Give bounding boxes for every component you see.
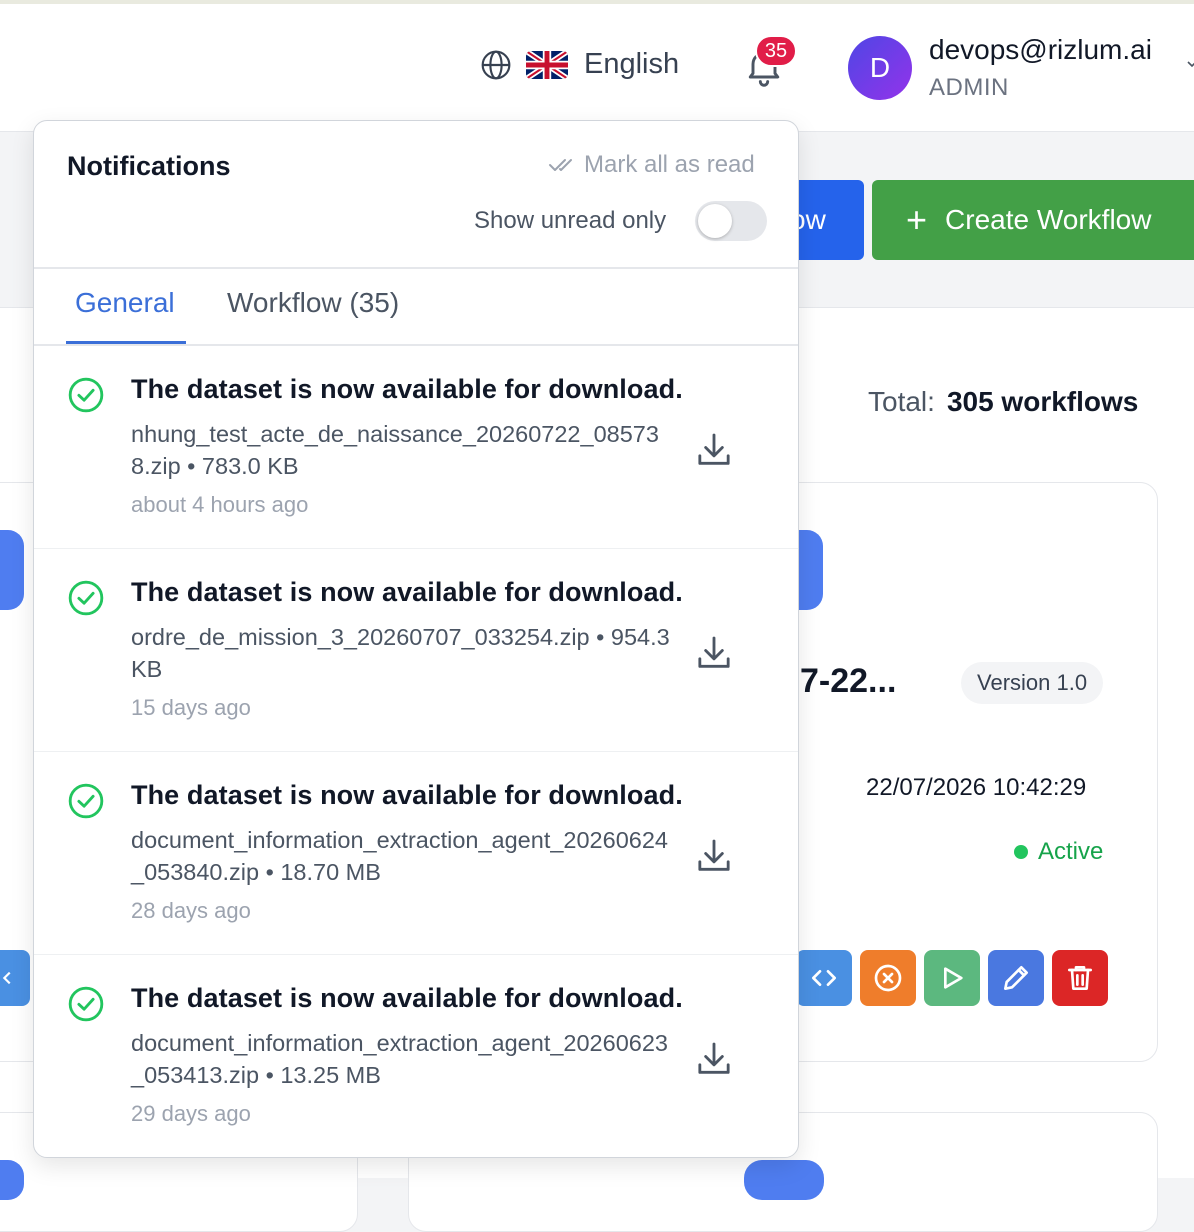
notification-item[interactable]: The dataset is now available for downloa…	[34, 955, 798, 1157]
notification-title: The dataset is now available for downloa…	[131, 780, 683, 810]
notification-title: The dataset is now available for downloa…	[131, 374, 683, 404]
workflow-total: Total: 305 workflows	[868, 386, 1138, 418]
workflow-date: 22/07/2026 10:42:29	[866, 774, 1087, 801]
code-icon	[2, 971, 11, 985]
show-unread-toggle[interactable]	[695, 201, 767, 241]
uk-flag-icon	[526, 50, 568, 79]
divider	[34, 267, 798, 269]
trash-icon	[1068, 966, 1092, 990]
total-value: 305 workflows	[946, 386, 1139, 417]
run-button[interactable]	[924, 950, 980, 1006]
status-label: Active	[1038, 838, 1104, 865]
language-label: English	[584, 48, 680, 80]
status-badge: Active	[1014, 838, 1103, 866]
deactivate-button[interactable]	[860, 950, 916, 1006]
notification-file: nhung_test_acte_de_naissance_20260722_08…	[131, 421, 659, 479]
notifications-title: Notifications	[67, 151, 231, 181]
notification-file: ordre_de_mission_3_20260707_033254.zip •…	[131, 624, 670, 682]
notification-file: document_information_extraction_agent_20…	[131, 1030, 668, 1088]
create-workflow-button[interactable]: + Create Workflow	[872, 180, 1194, 260]
code-icon	[812, 970, 836, 986]
code-button[interactable]	[0, 950, 30, 1006]
check-circle-icon	[67, 579, 105, 617]
check-circle-icon	[67, 985, 105, 1023]
notification-count-badge: 35	[755, 35, 797, 67]
double-check-icon	[549, 159, 572, 171]
user-role: ADMIN	[929, 74, 1009, 101]
delete-button[interactable]	[1052, 950, 1108, 1006]
total-label: Total:	[868, 386, 935, 417]
tab-general[interactable]: General	[75, 287, 175, 319]
version-badge: Version 1.0	[961, 662, 1104, 704]
card-header-accent	[0, 530, 24, 610]
show-unread-label: Show unread only	[474, 207, 667, 234]
edit-button[interactable]	[988, 950, 1044, 1006]
plus-icon: +	[906, 199, 928, 240]
download-icon[interactable]	[694, 430, 734, 470]
download-icon[interactable]	[694, 836, 734, 876]
create-workflow-label: Create Workflow	[945, 204, 1152, 235]
workflow-title[interactable]: 7-22...	[800, 662, 896, 701]
status-dot	[1014, 845, 1028, 859]
notification-time: 15 days ago	[131, 695, 251, 720]
chevron-down-icon[interactable]	[1186, 58, 1194, 70]
check-circle-icon	[67, 376, 105, 414]
card-header-accent	[744, 1160, 824, 1200]
notification-time: 29 days ago	[131, 1101, 251, 1126]
tab-workflow[interactable]: Workflow (35)	[227, 287, 399, 319]
pencil-icon	[1004, 966, 1028, 990]
notification-time: about 4 hours ago	[131, 492, 309, 517]
notification-item[interactable]: The dataset is now available for downloa…	[34, 549, 798, 752]
globe-icon	[481, 50, 511, 79]
download-icon[interactable]	[694, 633, 734, 673]
mark-all-read-label: Mark all as read	[584, 151, 755, 178]
notification-title: The dataset is now available for downloa…	[131, 983, 683, 1013]
check-circle-icon	[67, 782, 105, 820]
notification-item[interactable]: The dataset is now available for downloa…	[34, 752, 798, 955]
app-header: English	[0, 4, 1194, 132]
notification-file: document_information_extraction_agent_20…	[131, 827, 668, 885]
play-icon	[944, 967, 963, 989]
notifications-panel: Notifications Mark all as read Show unre…	[33, 120, 799, 1158]
language-selector[interactable]: English	[480, 48, 679, 81]
close-circle-icon	[874, 964, 902, 992]
notification-title: The dataset is now available for downloa…	[131, 577, 683, 607]
mark-all-read-button[interactable]: Mark all as read	[548, 151, 755, 179]
toggle-knob	[698, 204, 732, 238]
download-icon[interactable]	[694, 1039, 734, 1079]
notification-time: 28 days ago	[131, 898, 251, 923]
avatar[interactable]: D	[848, 36, 912, 100]
code-button[interactable]	[796, 950, 852, 1006]
card-header-accent	[0, 1160, 24, 1200]
user-email[interactable]: devops@rizlum.ai	[929, 34, 1152, 66]
notification-item[interactable]: The dataset is now available for downloa…	[34, 346, 798, 549]
